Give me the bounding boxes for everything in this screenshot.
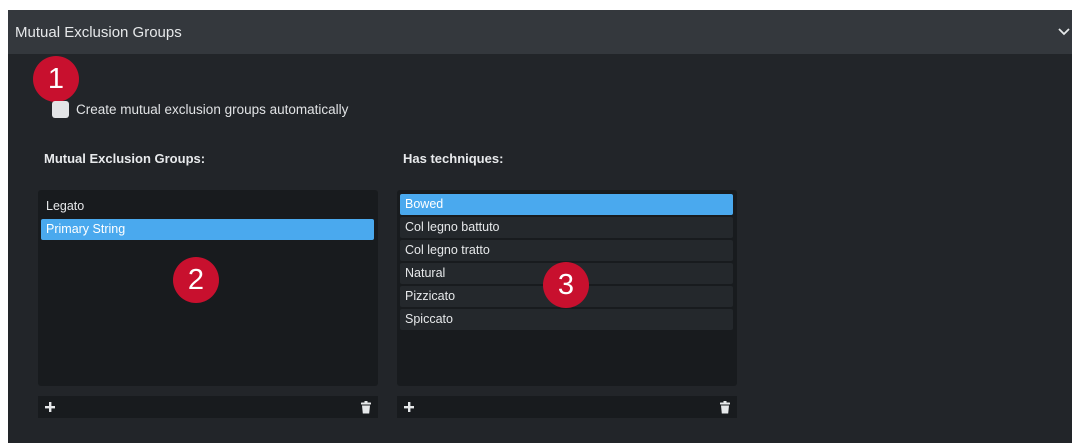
list-item[interactable]: Legato xyxy=(41,196,374,217)
mutual-exclusion-groups-panel: Mutual Exclusion Groups 1 Create mutual … xyxy=(8,10,1072,443)
callout-badge-1: 1 xyxy=(33,56,79,102)
techniques-toolbar xyxy=(397,396,737,418)
delete-group-button[interactable] xyxy=(357,398,375,416)
list-item[interactable]: Col legno tratto xyxy=(400,240,733,261)
add-group-button[interactable] xyxy=(41,398,59,416)
auto-create-checkbox[interactable] xyxy=(52,101,69,118)
auto-create-label[interactable]: Create mutual exclusion groups automatic… xyxy=(76,101,348,118)
delete-technique-button[interactable] xyxy=(716,398,734,416)
groups-heading: Mutual Exclusion Groups: xyxy=(44,151,206,166)
chevron-down-icon[interactable] xyxy=(1057,24,1071,38)
trash-icon xyxy=(361,400,371,413)
callout-badge-3: 3 xyxy=(543,262,589,308)
trash-icon xyxy=(720,400,730,413)
list-item-selected[interactable]: Primary String xyxy=(41,219,374,240)
plus-icon xyxy=(45,402,55,412)
techniques-heading: Has techniques: xyxy=(403,151,504,166)
plus-icon xyxy=(404,402,414,412)
list-item-selected[interactable]: Bowed xyxy=(400,194,733,215)
groups-toolbar xyxy=(38,396,378,418)
list-item[interactable]: Spiccato xyxy=(400,309,733,330)
panel-title: Mutual Exclusion Groups xyxy=(15,23,182,41)
callout-badge-2: 2 xyxy=(173,257,219,303)
list-item[interactable]: Col legno battuto xyxy=(400,217,733,238)
panel-header[interactable]: Mutual Exclusion Groups xyxy=(8,10,1072,54)
add-technique-button[interactable] xyxy=(400,398,418,416)
